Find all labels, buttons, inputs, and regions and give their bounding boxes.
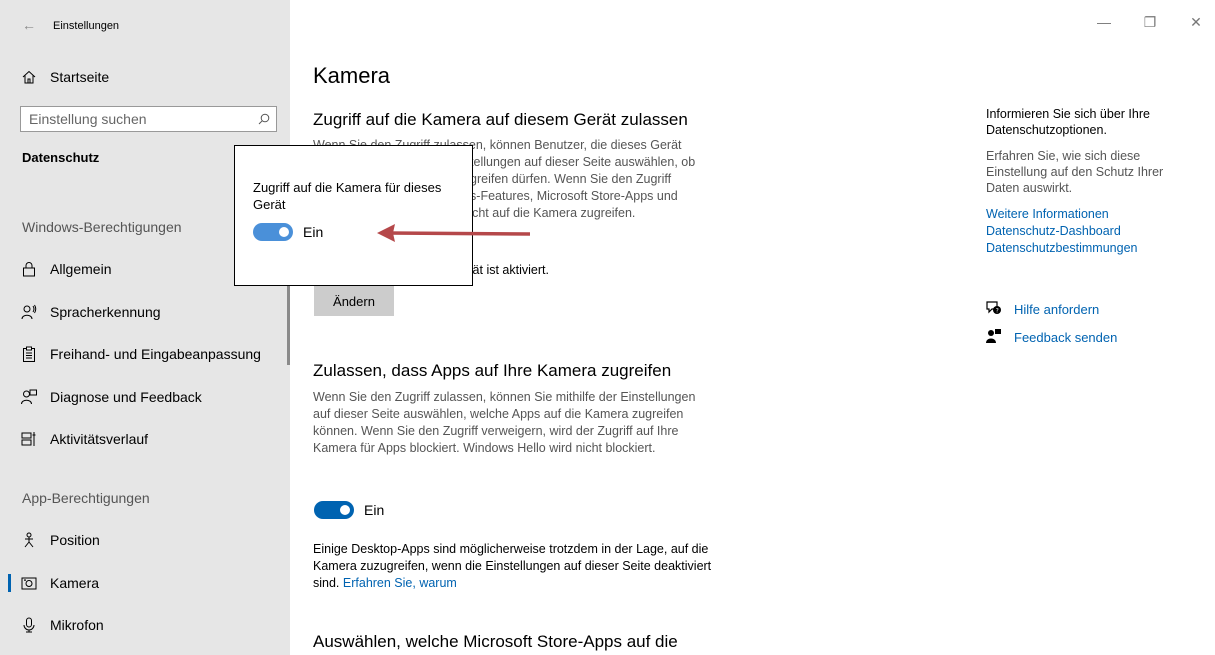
popup-label: Zugriff auf die Kamera für dieses Gerät <box>253 180 442 212</box>
app-access-toggle-row: Ein <box>314 501 384 519</box>
lock-icon <box>21 261 37 277</box>
sidebar-item-position[interactable]: Position <box>0 520 290 560</box>
microphone-icon <box>21 617 37 633</box>
app-access-description: Wenn Sie den Zugriff zulassen, können Si… <box>313 390 696 455</box>
sidebar-item-aktivitaetsverlauf[interactable]: Aktivitätsverlauf <box>0 419 290 459</box>
sidebar-item-kamera[interactable]: Kamera <box>0 563 290 603</box>
link-more-info[interactable]: Weitere Informationen <box>986 206 1186 222</box>
search-input[interactable]: Einstellung suchen <box>20 106 277 132</box>
feedback-link[interactable]: Feedback senden <box>1014 330 1117 345</box>
maximize-icon[interactable]: ❐ <box>1141 14 1159 31</box>
help-link-row[interactable]: ? Hilfe anfordern <box>986 301 1099 318</box>
search-placeholder: Einstellung suchen <box>29 111 147 127</box>
learn-why-link[interactable]: Erfahren Sie, warum <box>343 576 457 590</box>
sidebar-item-freihand[interactable]: Freihand- und Eingabeanpassung <box>0 334 290 374</box>
sidebar-item-label: Spracherkennung <box>50 304 161 320</box>
popup-toggle-row: Ein <box>253 223 323 241</box>
close-icon[interactable]: ✕ <box>1187 14 1205 31</box>
speech-icon <box>21 304 37 320</box>
svg-text:?: ? <box>996 308 999 315</box>
privacy-options-heading: Informieren Sie sich über Ihre Datenschu… <box>986 107 1150 137</box>
privacy-options-text: Erfahren Sie, wie sich diese Einstellung… <box>986 149 1164 195</box>
page-title: Kamera <box>313 63 391 88</box>
timeline-icon <box>21 431 37 447</box>
sidebar: ← Einstellungen Startseite Einstellung s… <box>0 0 290 655</box>
sidebar-item-label: Position <box>50 532 100 548</box>
sidebar-item-label: Mikrofon <box>50 617 104 633</box>
device-access-popup: Zugriff auf die Kamera für dieses Gerät … <box>234 145 473 286</box>
sidebar-item-home[interactable]: Startseite <box>0 57 290 97</box>
sidebar-item-label: Aktivitätsverlauf <box>50 431 149 447</box>
search-icon[interactable] <box>252 113 276 125</box>
red-arrow-annotation <box>377 224 531 242</box>
home-icon <box>21 69 37 85</box>
section-title: Datenschutz <box>22 150 100 165</box>
back-arrow-icon[interactable]: ← <box>22 17 36 33</box>
link-privacy-dashboard[interactable]: Datenschutz-Dashboard <box>986 223 1186 239</box>
group-label-app: App-Berechtigungen <box>22 490 150 506</box>
feedback-link-row[interactable]: Feedback senden <box>986 329 1117 346</box>
help-link[interactable]: Hilfe anfordern <box>1014 302 1099 317</box>
toggle-label: Ein <box>364 502 385 518</box>
sidebar-item-label: Diagnose und Feedback <box>50 389 202 405</box>
popup-toggle-label: Ein <box>303 224 324 240</box>
section-heading-store-apps: Auswählen, welche Microsoft Store-Apps a… <box>313 632 678 651</box>
position-icon <box>21 532 37 548</box>
sidebar-item-label: Startseite <box>50 69 110 85</box>
sidebar-item-mikrofon[interactable]: Mikrofon <box>0 605 290 645</box>
sidebar-item-label: Kamera <box>50 575 100 591</box>
sidebar-item-label: Allgemein <box>50 261 112 277</box>
help-chat-icon: ? <box>986 301 1002 318</box>
feedback-person-icon <box>986 329 1002 346</box>
window-controls: — ❐ ✕ <box>1095 14 1205 31</box>
app-title: Einstellungen <box>53 20 120 32</box>
camera-icon <box>21 575 37 591</box>
section-heading-device-access: Zugriff auf die Kamera auf diesem Gerät … <box>313 110 688 129</box>
change-button[interactable]: Ändern <box>314 286 394 316</box>
sidebar-item-label: Freihand- und Eingabeanpassung <box>50 346 261 362</box>
clipboard-icon <box>21 346 37 362</box>
minimize-icon[interactable]: — <box>1095 14 1113 31</box>
device-access-toggle[interactable] <box>253 223 293 241</box>
feedback-icon <box>21 389 37 405</box>
app-access-toggle[interactable] <box>314 501 354 519</box>
desktop-apps-note: Einige Desktop-Apps sind möglicherweise … <box>313 541 718 592</box>
sidebar-item-spracherkennung[interactable]: Spracherkennung <box>0 292 290 332</box>
section-heading-app-access: Zulassen, dass Apps auf Ihre Kamera zugr… <box>313 361 672 380</box>
link-privacy-statement[interactable]: Datenschutzbestimmungen <box>986 240 1186 256</box>
group-label-windows: Windows-Berechtigungen <box>22 219 182 235</box>
sidebar-item-diagnose[interactable]: Diagnose und Feedback <box>0 377 290 417</box>
